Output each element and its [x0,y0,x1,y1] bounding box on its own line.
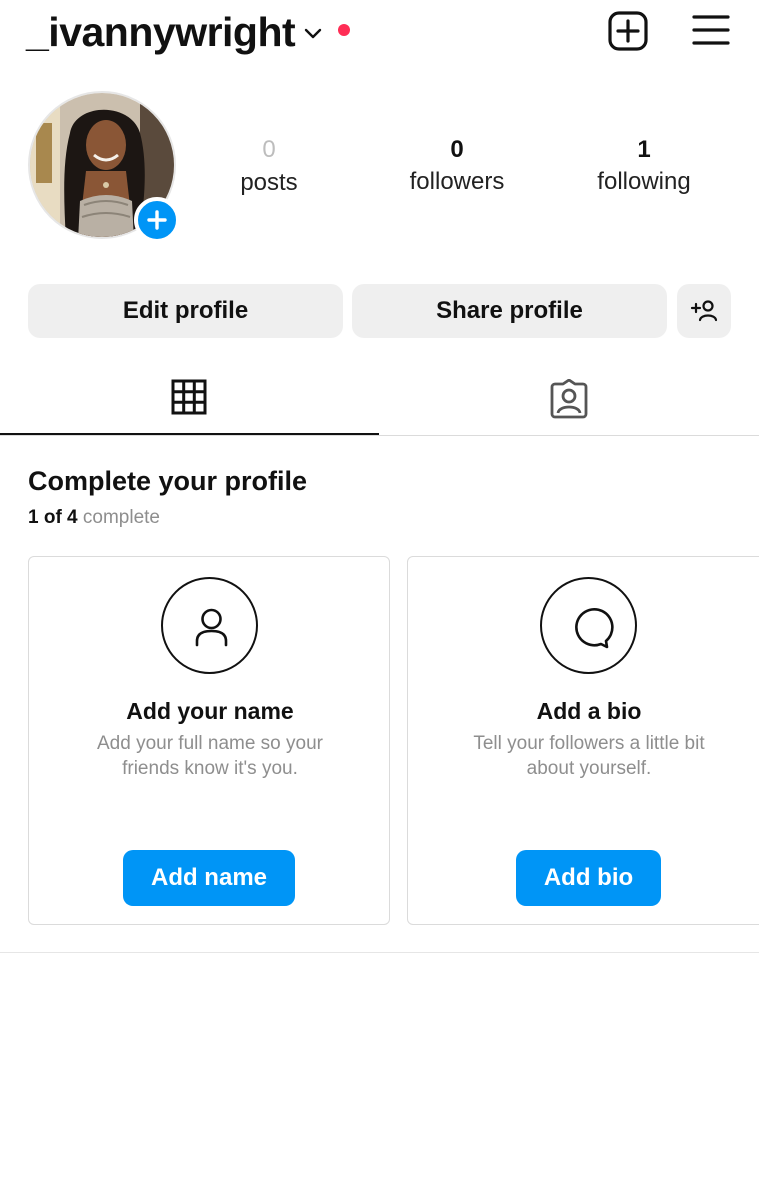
complete-profile-progress: 1 of 4 complete [28,505,160,531]
complete-profile-title: Complete your profile [28,466,308,496]
plus-square-icon [608,11,648,51]
username: _ivannywright [26,9,296,55]
card-icon-circle [540,577,637,674]
person-icon [195,608,228,647]
followers-count: 0 [450,136,464,163]
speech-bubble-icon [575,608,614,649]
tagged-person-icon [550,379,588,419]
card-description: Tell your followers a little bit about y… [473,733,705,779]
posts-count: 0 [262,136,276,163]
profile-tabs [0,362,759,436]
add-name-card: Add your name Add your full name so your… [28,556,390,925]
grid-icon [171,379,207,415]
card-icon-circle [161,577,258,674]
hamburger-menu-icon [692,15,730,45]
plus-icon [147,210,167,230]
stat-posts[interactable]: 0 posts [189,132,349,198]
account-switcher[interactable]: _ivannywright [26,6,323,58]
following-label: following [597,168,691,195]
tab-tagged[interactable] [379,362,758,435]
posts-label: posts [240,169,298,196]
menu-button[interactable] [692,12,730,48]
add-person-icon [690,300,718,322]
profile-header: _ivannywright [0,0,759,70]
section-divider [0,952,759,953]
stat-following[interactable]: 1 following [564,133,724,197]
add-bio-card: Add a bio Tell your followers a little b… [407,556,759,925]
edit-profile-button[interactable]: Edit profile [28,284,343,338]
discover-people-button[interactable] [677,284,731,338]
new-post-button[interactable] [607,10,649,52]
card-title: Add your name [126,698,294,724]
progress-count: 1 of 4 [28,507,78,528]
stat-followers[interactable]: 0 followers [377,133,537,197]
following-count: 1 [637,136,651,163]
add-bio-button[interactable]: Add bio [516,850,661,906]
card-description: Add your full name so your friends know … [96,733,323,779]
add-story-button[interactable] [134,197,180,243]
tab-posts-grid[interactable] [0,362,379,435]
followers-label: followers [409,168,505,195]
chevron-down-icon [304,28,322,39]
share-profile-button[interactable]: Share profile [352,284,667,338]
add-name-button[interactable]: Add name [123,850,295,906]
card-title: Add a bio [536,698,642,724]
progress-suffix: complete [82,507,161,528]
notification-dot [338,24,350,36]
